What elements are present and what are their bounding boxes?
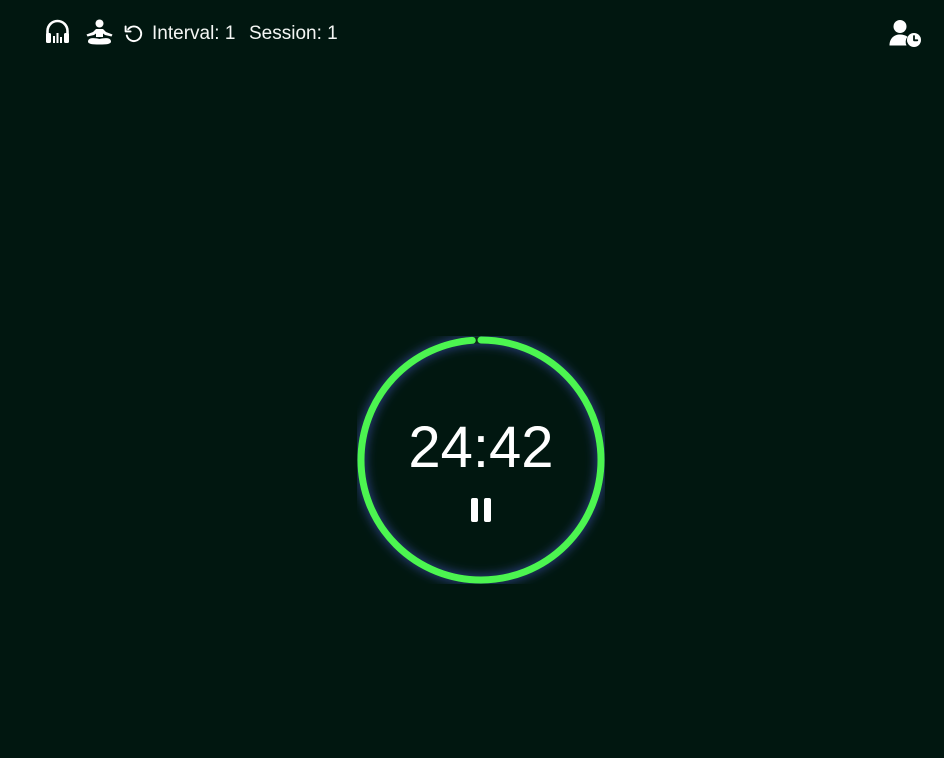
pause-icon [471, 498, 478, 522]
pause-button[interactable] [471, 498, 491, 522]
time-remaining: 24:42 [408, 415, 554, 480]
session-counter: Session: 1 [249, 23, 338, 44]
meditation-icon[interactable] [85, 19, 114, 46]
interval-counter: Interval: 1 [152, 23, 236, 44]
timer-dial: 24:42 [357, 336, 605, 584]
reset-icon[interactable] [124, 24, 144, 44]
pause-icon-bar [484, 498, 491, 522]
user-clock-icon[interactable] [888, 19, 922, 48]
headphones-icon[interactable] [44, 18, 71, 45]
top-bar: Interval: 1 Session: 1 [0, 0, 944, 68]
